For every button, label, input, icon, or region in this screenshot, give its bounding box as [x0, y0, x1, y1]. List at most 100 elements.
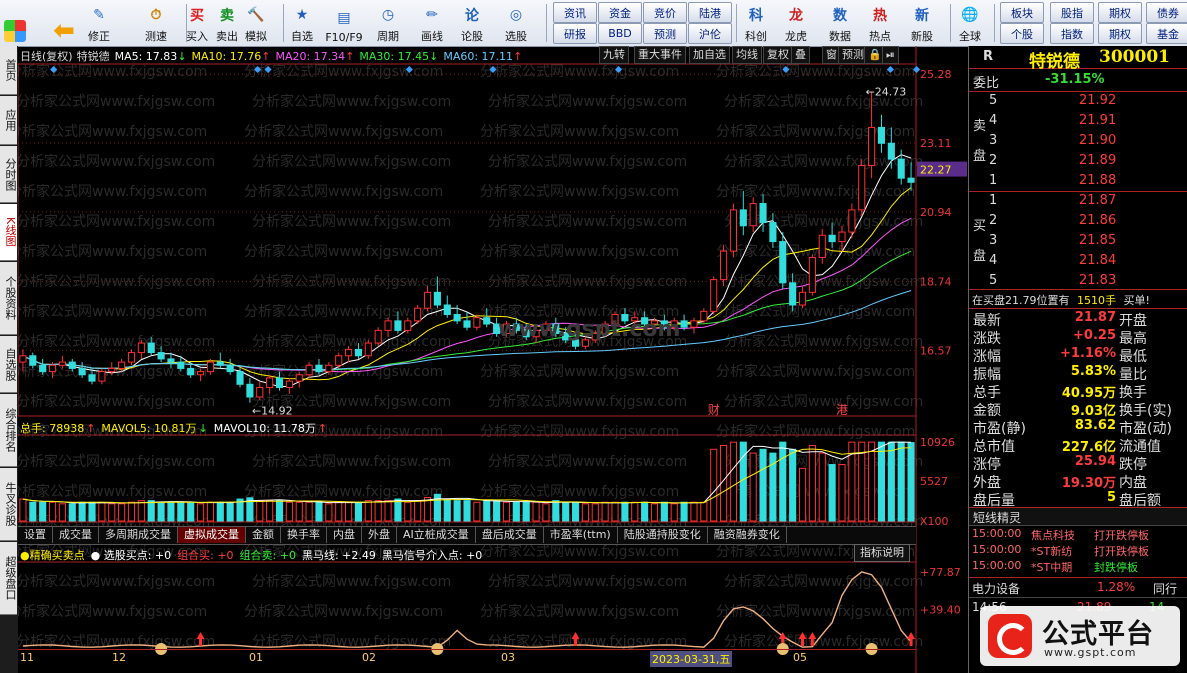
indicator-tab-1[interactable]: 成交量 — [53, 527, 99, 543]
indicator-tab-4[interactable]: 金额 — [246, 527, 281, 543]
indicator-tab-11[interactable]: 陆股通持股变化 — [618, 527, 708, 543]
left-tab-4[interactable]: 个股资料 — [0, 262, 17, 335]
chart-btn-4[interactable]: 复权 — [763, 46, 793, 64]
left-tab-6[interactable]: 综合排名 — [0, 394, 17, 467]
toolbar-12-button[interactable]: 龙龙虎 — [778, 2, 814, 44]
quick-button-7[interactable]: 沪伦 — [688, 23, 732, 44]
indicator-tab-9[interactable]: 盘后成交量 — [476, 527, 544, 543]
toolbar-13-button[interactable]: 数数据 — [822, 2, 858, 44]
buy-price: 21.85 — [1079, 233, 1117, 248]
y-tick-0: 25.28 — [920, 68, 952, 81]
candle-body — [167, 358, 175, 363]
buy-price: 21.83 — [1079, 273, 1117, 288]
toolbar-5-button[interactable]: ★ 自选 — [284, 2, 320, 44]
quick-button-2[interactable]: 竞价 — [643, 2, 687, 23]
toolbar-14-button[interactable]: 热热点 — [862, 2, 898, 44]
left-tab-8[interactable]: 超级盘口 — [0, 542, 17, 615]
indicator-tab-2[interactable]: 多周期成交量 — [99, 527, 178, 543]
candle-body — [384, 320, 392, 331]
volume-bar — [463, 500, 471, 522]
toolbar-11-button[interactable]: 科科创 — [738, 2, 774, 44]
back-button[interactable]: ⬅ — [52, 2, 76, 46]
sell-row[interactable]: 3 21.90 — [969, 133, 1187, 151]
stat-label: 总手 — [973, 385, 1001, 401]
candle-body — [335, 355, 343, 366]
left-tab-3[interactable]: K线图 — [0, 204, 17, 261]
quick-button-10[interactable]: 期权 — [1098, 2, 1142, 23]
toolbar-4-button[interactable]: 🔨 模拟 — [238, 2, 274, 44]
indicator-tab-5[interactable]: 换手率 — [281, 527, 327, 543]
toolbar-8-button[interactable]: ✏ 画线 — [414, 2, 450, 44]
chart-btn-2[interactable]: 加自选 — [689, 46, 730, 64]
quick-button-12[interactable]: 个股 — [1000, 23, 1044, 44]
candle-body — [433, 291, 441, 306]
volume-bar — [157, 501, 165, 522]
kline-chart-area[interactable]: 分析家公式网www.fxjgsw.com 分析家公式网www.fxjgsw.com… — [18, 46, 968, 673]
quick-button-4[interactable]: 研报 — [553, 23, 597, 44]
sell-row[interactable]: 1 21.88 — [969, 173, 1187, 191]
chart-btn-9[interactable]: ⏯ — [882, 46, 899, 64]
toolbar-15-button[interactable]: 新新股 — [904, 2, 940, 44]
volume-bar — [532, 501, 540, 522]
buy-row[interactable]: 3 21.85 — [969, 233, 1187, 251]
left-tab-1[interactable]: 应用 — [0, 96, 17, 145]
indicator-tab-12[interactable]: 融资融券变化 — [708, 527, 787, 543]
quick-button-0[interactable]: 资讯 — [553, 2, 597, 23]
buy-row[interactable]: 4 21.84 — [969, 253, 1187, 271]
quick-button-14[interactable]: 期权 — [1098, 23, 1142, 44]
indicator-tab-0[interactable]: 设置 — [18, 527, 53, 543]
indicator-tab-8[interactable]: AI立桩成交量 — [397, 527, 476, 543]
left-tab-2[interactable]: 分时图 — [0, 146, 17, 203]
buy-level: 2 — [989, 213, 998, 228]
sell-row[interactable]: 2 21.89 — [969, 153, 1187, 171]
chart-btn-1[interactable]: 重大事件 — [634, 46, 686, 64]
chart-btn-0[interactable]: 九转 — [599, 46, 629, 64]
left-tab-7[interactable]: 牛叉诊股 — [0, 468, 17, 541]
toolbar-6-button[interactable]: ▤ F10/F9 — [325, 2, 362, 44]
quick-button-9[interactable]: 股指 — [1050, 2, 1094, 23]
buy-row[interactable]: 2 21.86 — [969, 213, 1187, 231]
quick-button-3[interactable]: 陆港 — [688, 2, 732, 23]
toolbar-10-button[interactable]: ◎ 选股 — [498, 2, 534, 44]
indicator-tab-3[interactable]: 虚拟成交量 — [178, 527, 246, 543]
ltjl-row[interactable]: 15:00:00 *ST中期 封跌停板 — [969, 559, 1187, 577]
toolbar-3-icon: 卖 — [220, 8, 234, 24]
indicator-tab-7[interactable]: 外盘 — [362, 527, 397, 543]
sell-row[interactable]: 4 21.91 — [969, 113, 1187, 131]
stat-row: 总市值 227.6亿 流通值 — [969, 436, 1187, 455]
toolbar-9-button[interactable]: 论论股 — [454, 2, 490, 44]
quick-button-11[interactable]: 债券 — [1146, 2, 1187, 23]
candle-body — [868, 126, 876, 166]
sector-row[interactable]: 电力设备 1.28% 同行 — [969, 577, 1187, 596]
chart-btn-5[interactable]: 叠 — [791, 46, 810, 64]
indicator-tab-6[interactable]: 内盘 — [327, 527, 362, 543]
quick-button-1[interactable]: 资金 — [598, 2, 642, 23]
toolbar-4-label: 模拟 — [245, 30, 267, 43]
home-grid-button[interactable] — [4, 2, 26, 44]
stat-value: 25.94 — [1074, 454, 1116, 469]
sell-row[interactable]: 5 21.92 — [969, 93, 1187, 111]
candle-body — [236, 371, 244, 385]
volume-bar — [690, 501, 698, 522]
indicator-explain-button[interactable]: 指标说明 — [854, 544, 910, 562]
chart-btn-3[interactable]: 均线 — [732, 46, 762, 64]
quick-button-8[interactable]: 板块 — [1000, 2, 1044, 23]
toolbar-0-label: 修正 — [88, 30, 110, 43]
indicator-header-3: 组合卖: +0 — [239, 549, 296, 562]
weibi-value: -31.15% — [1045, 72, 1105, 87]
quick-button-5[interactable]: BBD — [598, 23, 642, 44]
left-tab-5[interactable]: 自选股 — [0, 336, 17, 393]
toolbar-16-button[interactable]: 🌐 全球 — [952, 2, 988, 44]
quick-button-13[interactable]: 指数 — [1050, 23, 1094, 44]
peer-button[interactable]: 同行 — [1153, 580, 1177, 597]
buy-row[interactable]: 1 21.87 — [969, 193, 1187, 211]
toolbar-7-button[interactable]: ◷ 周期 — [370, 2, 406, 44]
quick-button-6[interactable]: 预测 — [643, 23, 687, 44]
volume-bar — [118, 503, 126, 522]
ma-0-arrow: ↓ — [177, 50, 187, 63]
quick-button-15[interactable]: 基金 — [1146, 23, 1187, 44]
indicator-tab-10[interactable]: 市盈率(ttm) — [544, 527, 618, 543]
toolbar-1-button[interactable]: ⏱ 测速 — [138, 2, 174, 44]
left-tab-0[interactable]: 首页 — [0, 46, 17, 95]
toolbar-0-button[interactable]: ✎ 修正 — [81, 2, 117, 44]
